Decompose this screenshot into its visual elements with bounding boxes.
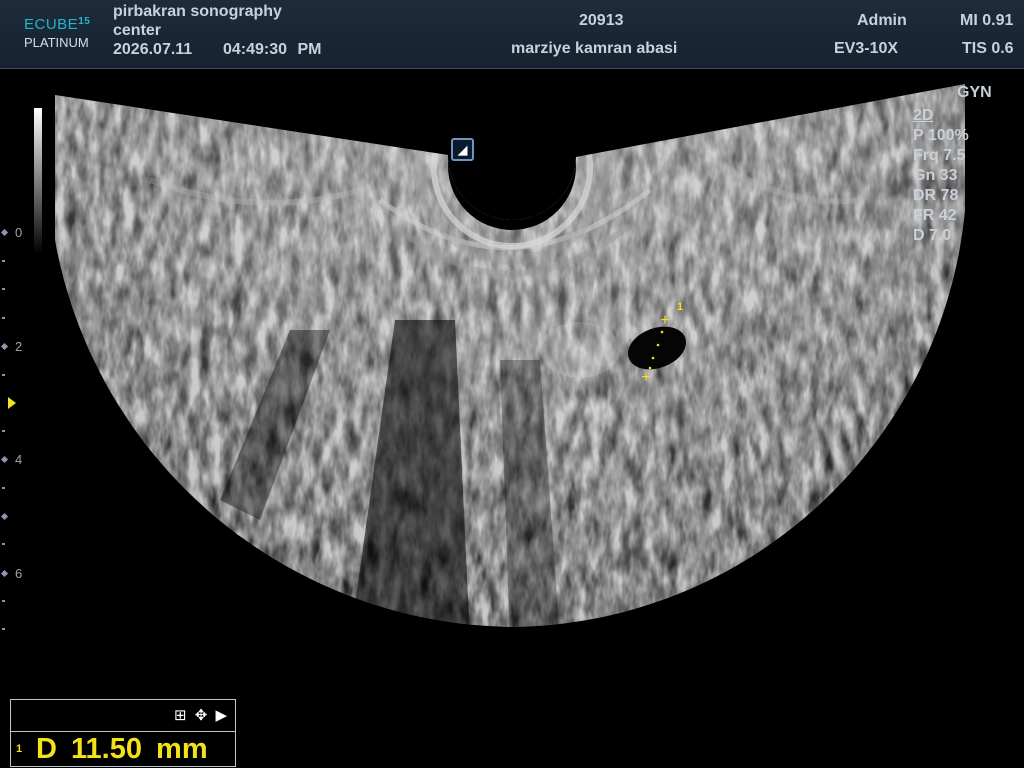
depth-tick [2,317,5,319]
depth-marker [0,342,9,351]
mechanical-index: MI 0.91 [960,12,1014,29]
depth-label: 2 [15,339,23,354]
measurement-panel[interactable]: ⊞ ✥ ▶ [10,699,236,733]
ultrasound-screen: + + 1 ECUBE15 PLATINUM pirbakran sonogra… [0,0,1024,768]
depth-tick [2,628,5,630]
depth-label: 4 [15,452,23,467]
depth-tick [2,260,5,262]
depth-tick [2,374,5,376]
param-frame-rate: FR 42 [913,207,957,224]
param-power: P 100% [913,127,969,144]
caliper-label: 1 [677,301,683,313]
depth-marker [0,512,9,521]
orientation-marker-icon: ◢ [451,138,474,161]
depth-tick [2,487,5,489]
logo-number: 15 [78,16,91,27]
measurement-result: 1 D 11.50 mm [10,731,236,767]
depth-tick [2,600,5,602]
patient-name: marziye kamran abasi [511,40,678,57]
exam-preset: GYN [957,84,992,101]
svg-text:+: + [660,312,669,329]
exam-time: 04:49:30 PM [223,41,322,58]
param-gain: Gn 33 [913,167,958,184]
depth-label: 6 [15,566,23,581]
svg-text:+: + [641,369,650,386]
depth-label: 0 [15,225,23,240]
hospital-name-line2: center [113,22,162,39]
param-dynamic-range: DR 78 [913,187,959,204]
measurement-value: D 11.50 mm [36,733,208,765]
header-bar: ECUBE15 PLATINUM pirbakran sonography ce… [0,0,1024,69]
thermal-index: TIS 0.6 [962,40,1014,57]
depth-marker [0,569,9,578]
depth-scale: 0 2 4 6 [0,0,40,768]
param-depth: D 7.0 [913,227,952,244]
ultrasound-image: + + 1 [55,84,965,627]
measurement-panel-icons[interactable]: ⊞ ✥ ▶ [174,706,229,724]
depth-tick [2,430,5,432]
probe-name: EV3-10X [834,40,899,57]
user-name: Admin [857,12,907,29]
exam-date: 2026.07.11 [113,41,193,58]
param-frequency: Frq 7.5 [913,147,966,164]
hospital-name: pirbakran sonography [113,3,282,20]
param-mode: 2D [913,107,934,124]
depth-tick [2,288,5,290]
patient-id: 20913 [579,12,624,29]
imaging-parameters: 2D P 100% Frq 7.5 Gn 33 DR 78 FR 42 D 7.… [913,106,969,246]
depth-marker [0,228,9,237]
focus-marker[interactable] [8,397,16,409]
depth-tick [2,543,5,545]
depth-marker [0,455,9,464]
measurement-index: 1 [16,743,23,755]
